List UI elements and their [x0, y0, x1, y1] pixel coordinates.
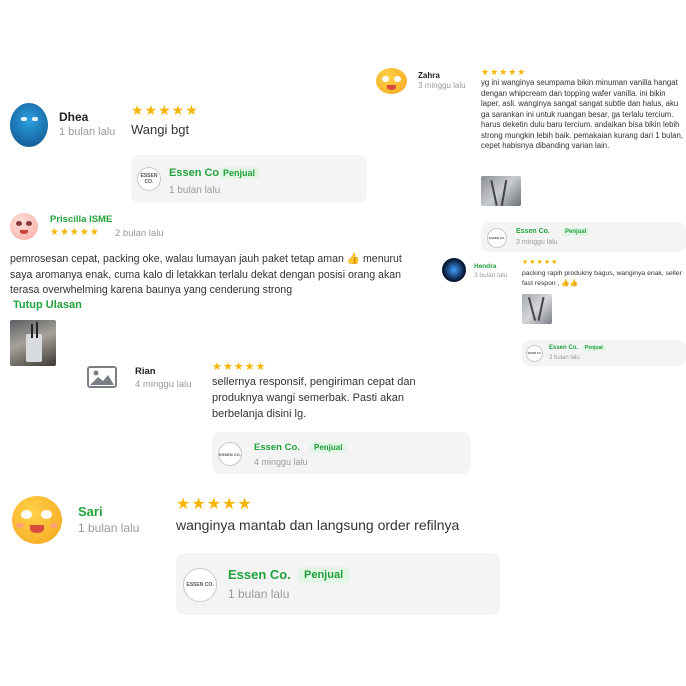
seller-badge: Penjual	[219, 167, 260, 179]
avatar	[376, 68, 407, 94]
rating-stars: ★★★★★	[522, 259, 559, 266]
rating-stars: ★★★★★	[481, 67, 527, 77]
reviewer-name: Dhea	[59, 110, 89, 124]
review-time: 1 bulan lalu	[78, 521, 140, 535]
review-text: sellernya responsif, pengiriman cepat da…	[212, 376, 416, 420]
review-time: 2 bulan lalu	[115, 228, 164, 239]
seller-reply-card: ESSEN CO. Essen Co. Penjual 4 minggu lal…	[212, 432, 471, 474]
review-text: yg ini wanginya seumpama bikin minuman v…	[481, 78, 683, 150]
reviewer-name: Rian	[135, 366, 156, 377]
avatar	[10, 213, 38, 240]
seller-logo: ESSEN CO.	[218, 442, 242, 466]
seller-name: Essen Co.	[228, 567, 291, 582]
avatar	[442, 258, 466, 282]
collapse-review-link[interactable]: Tutup Ulasan	[13, 299, 82, 311]
seller-reply-time: 3 minggu lalu	[516, 239, 558, 246]
seller-reply-card: ESSEN CO. Essen Co. Penjual 3 minggu lal…	[481, 222, 686, 252]
rating-stars: ★★★★★	[50, 227, 100, 238]
seller-reply-time: 3 bulan lalu	[549, 355, 580, 361]
seller-name: Essen Co.	[254, 442, 300, 453]
review-time: 3 minggu lalu	[418, 81, 466, 90]
reviewer-name: Hendra	[474, 263, 497, 270]
avatar	[12, 496, 62, 544]
seller-logo: ESSEN CO.	[526, 345, 543, 362]
seller-reply-card: ESSEN CO. Essen Co. Penjual 1 bulan lalu	[131, 155, 367, 203]
review-text: wanginya mantab dan langsung order refil…	[176, 517, 460, 533]
review-time: 3 bulan lalu	[474, 272, 508, 279]
review-text: Wangi bgt	[131, 122, 190, 137]
seller-logo: ESSEN CO.	[183, 568, 217, 602]
reviewer-name: Sari	[78, 504, 103, 519]
reviewer-name: Zahra	[418, 71, 440, 80]
review-time: 1 bulan lalu	[59, 126, 116, 138]
seller-reply-card: ESSEN CO. Essen Co. Penjual 3 bulan lalu	[522, 340, 686, 366]
seller-badge: Penjual	[310, 442, 347, 453]
seller-reply-time: 1 bulan lalu	[228, 587, 290, 601]
seller-badge: Penjual	[298, 567, 350, 583]
seller-logo: ESSEN CO.	[487, 228, 507, 248]
seller-name: Essen Co.	[516, 228, 550, 235]
rating-stars: ★★★★★	[212, 361, 267, 373]
seller-logo: ESSEN CO.	[137, 167, 161, 191]
rating-stars: ★★★★★	[176, 496, 253, 513]
seller-badge: Penjual	[582, 345, 606, 351]
seller-badge: Penjual	[561, 228, 591, 236]
reviewer-name: Priscilla ISME	[50, 214, 113, 225]
review-text: pemrosesan cepat, packing oke, walau lum…	[10, 253, 402, 296]
review-text: packing rapih produkny bagus, wanginya e…	[522, 270, 682, 287]
seller-name: Essen Co.	[169, 167, 223, 179]
rating-stars: ★★★★★	[131, 102, 199, 118]
seller-name: Essen Co.	[549, 345, 579, 351]
image-placeholder-icon	[87, 366, 117, 388]
avatar	[10, 103, 48, 147]
review-photo[interactable]	[10, 320, 56, 366]
seller-reply-card: ESSEN CO. Essen Co. Penjual 1 bulan lalu	[176, 553, 500, 615]
review-photo[interactable]	[481, 176, 521, 206]
review-photo[interactable]	[522, 294, 552, 324]
review-time: 4 minggu lalu	[135, 379, 192, 390]
seller-reply-time: 1 bulan lalu	[169, 185, 221, 196]
seller-reply-time: 4 minggu lalu	[254, 457, 308, 467]
